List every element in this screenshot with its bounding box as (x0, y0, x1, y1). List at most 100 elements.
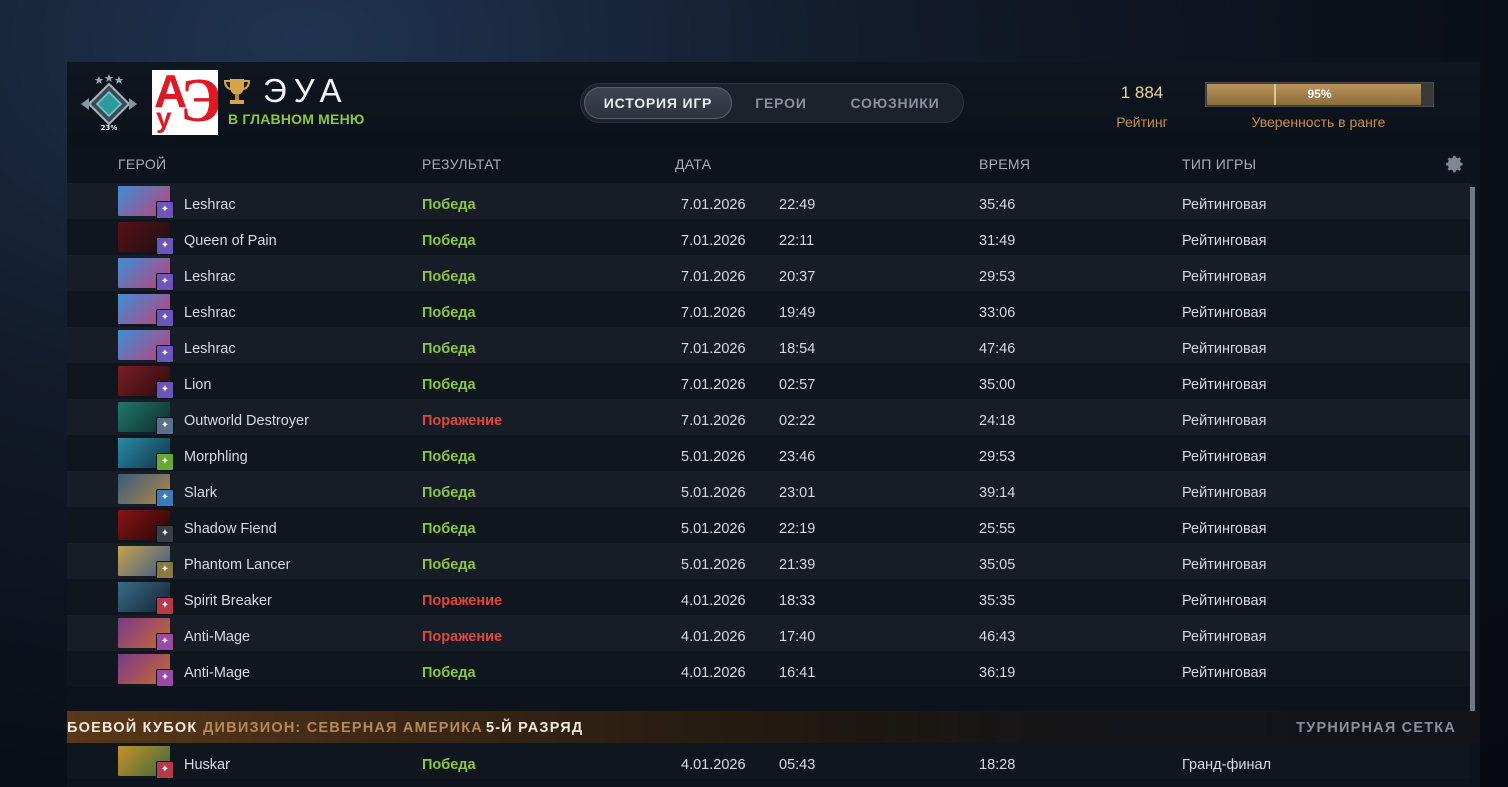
match-time: 22:11 (779, 233, 815, 249)
scrollbar-thumb[interactable] (1470, 187, 1475, 733)
match-date: 4.01.2026 (681, 593, 746, 609)
match-result: Поражение (422, 413, 503, 429)
hero-name: Outworld Destroyer (184, 413, 309, 429)
tab-heroes[interactable]: ГЕРОИ (736, 87, 826, 119)
event-title: БОЕВОЙ КУБОК (67, 720, 198, 736)
match-date: 4.01.2026 (681, 757, 746, 773)
match-result: Победа (422, 521, 476, 537)
game-type: Рейтинговая (1182, 377, 1267, 393)
match-date: 7.01.2026 (681, 341, 746, 357)
match-time: 20:37 (779, 269, 816, 285)
gear-icon[interactable] (1443, 153, 1465, 175)
event-division: ДИВИЗИОН: СЕВЕРНАЯ АМЕРИКА (203, 720, 483, 736)
match-result: Поражение (422, 593, 503, 609)
table-row[interactable]: ✦ Shadow Fiend Победа 5.01.2026 22:19 25:55 Ре… (67, 507, 1471, 543)
hero-role-icon: ✦ (156, 525, 174, 543)
table-row[interactable]: ✦ Leshrac Победа 7.01.2026 22:49 35:46 Рейтинг… (67, 183, 1471, 219)
match-duration: 39:14 (979, 485, 1016, 501)
bracket-link[interactable]: ТУРНИРНАЯ СЕТКА (1296, 711, 1456, 745)
table-row[interactable]: ✦ Morphling Победа 5.01.2026 23:46 29:53 Рейти… (67, 435, 1471, 471)
match-time: 23:01 (779, 485, 816, 501)
game-type: Рейтинговая (1182, 269, 1267, 285)
rank-medal-icon[interactable]: 23% (77, 70, 141, 134)
match-duration: 47:46 (979, 341, 1016, 357)
tab-allies[interactable]: СОЮЗНИКИ (830, 87, 960, 119)
hero-name: Queen of Pain (184, 233, 277, 249)
table-row[interactable]: ✦ Slark Победа 5.01.2026 23:01 39:14 Рейтингов… (67, 471, 1471, 507)
avatar-letter-e: Э (180, 70, 218, 135)
match-time: 21:39 (779, 557, 816, 573)
table-row[interactable]: ✦ Leshrac Победа 7.01.2026 18:54 47:46 Рейтинг… (67, 327, 1471, 363)
game-type: Рейтинговая (1182, 341, 1267, 357)
match-result: Победа (422, 665, 476, 681)
hero-role-icon: ✦ (156, 345, 174, 363)
match-duration: 46:43 (979, 629, 1016, 645)
match-duration: 36:19 (979, 665, 1016, 681)
table-row[interactable]: ✦ Phantom Lancer Победа 5.01.2026 21:39 35:05… (67, 543, 1471, 579)
hero-name: Anti-Mage (184, 665, 251, 681)
hero-name: Leshrac (184, 341, 236, 357)
game-type: Рейтинговая (1182, 593, 1267, 609)
hero-name: Leshrac (184, 269, 236, 285)
hero-name: Spirit Breaker (184, 593, 272, 609)
table-row[interactable]: ✦ Leshrac Победа 7.01.2026 19:49 33:06 Рейтинг… (67, 291, 1471, 327)
match-result: Победа (422, 557, 476, 573)
hero-name: Phantom Lancer (184, 557, 291, 573)
table-row[interactable]: ✦ Queen of Pain Победа 7.01.2026 22:11 31:49 Р… (67, 219, 1471, 255)
column-header-game-type[interactable]: ТИП ИГРЫ (1182, 156, 1256, 172)
table-row[interactable]: ✦ Huskar Победа 4.01.2026 05:43 18:28 Гранд-фи… (67, 743, 1471, 779)
table-row[interactable]: ✦ Outworld Destroyer Поражение 7.01.2026 02:… (67, 399, 1471, 435)
match-result: Победа (422, 341, 476, 357)
match-time: 22:19 (779, 521, 816, 537)
match-duration: 35:00 (979, 377, 1016, 393)
rank-confidence-label: Уверенность в ранге (1251, 114, 1386, 130)
match-duration: 31:49 (979, 233, 1016, 249)
match-result: Победа (422, 305, 476, 321)
match-date: 7.01.2026 (681, 305, 746, 321)
match-history-panel: 23% А у Э ЭУА В ГЛАВНОМ МЕНЮ ИСТОРИЯ ИГР… (67, 62, 1480, 787)
column-header-duration[interactable]: ВРЕМЯ (979, 156, 1030, 172)
table-row[interactable]: ✦ Leshrac Победа 7.01.2026 20:37 29:53 Рейтинг… (67, 255, 1471, 291)
column-header-date[interactable]: ДАТА (675, 156, 711, 172)
column-header-result[interactable]: РЕЗУЛЬТАТ (422, 156, 502, 172)
match-duration: 29:53 (979, 269, 1016, 285)
hero-role-icon: ✦ (156, 381, 174, 399)
hero-role-icon: ✦ (156, 489, 174, 507)
match-result: Победа (422, 757, 476, 773)
table-row[interactable]: ✦ Spirit Breaker Поражение 4.01.2026 18:33 35… (67, 579, 1471, 615)
column-header-hero[interactable]: ГЕРОЙ (118, 156, 166, 172)
hero-name: Slark (184, 485, 218, 501)
tab-match-history[interactable]: ИСТОРИЯ ИГР (584, 87, 732, 119)
match-date: 7.01.2026 (681, 377, 746, 393)
match-date: 5.01.2026 (681, 557, 746, 573)
match-duration: 29:53 (979, 449, 1016, 465)
game-type: Рейтинговая (1182, 629, 1267, 645)
hero-role-icon: ✦ (156, 453, 174, 471)
match-time: 17:40 (779, 629, 816, 645)
match-date: 5.01.2026 (681, 521, 746, 537)
game-type: Рейтинговая (1182, 665, 1267, 681)
match-result: Победа (422, 269, 476, 285)
hero-role-icon: ✦ (156, 201, 174, 219)
rank-percent-label: 23% (101, 124, 118, 132)
event-match-list: ✦ Huskar Победа 4.01.2026 05:43 18:28 Гранд-фи… (67, 743, 1471, 779)
hero-role-icon: ✦ (156, 669, 174, 687)
rating-value: 1 884 (1120, 83, 1164, 102)
match-duration: 35:46 (979, 197, 1016, 213)
rating-label: Рейтинг (1116, 114, 1168, 130)
game-type: Рейтинговая (1182, 557, 1267, 573)
player-name[interactable]: ЭУА (263, 72, 349, 110)
match-duration: 33:06 (979, 305, 1016, 321)
match-time: 05:43 (779, 757, 816, 773)
avatar[interactable]: А у Э (152, 70, 218, 135)
table-row[interactable]: ✦ Lion Победа 7.01.2026 02:57 35:00 Рейтингова… (67, 363, 1471, 399)
match-duration: 35:35 (979, 593, 1016, 609)
match-result: Победа (422, 377, 476, 393)
match-time: 19:49 (779, 305, 816, 321)
hero-role-icon: ✦ (156, 417, 174, 435)
table-row[interactable]: ✦ Anti-Mage Поражение 4.01.2026 17:40 46:43 Ре… (67, 615, 1471, 651)
hero-role-icon: ✦ (156, 561, 174, 579)
game-type: Рейтинговая (1182, 449, 1267, 465)
table-row[interactable]: ✦ Anti-Mage Победа 4.01.2026 16:41 36:19 Рейти… (67, 651, 1471, 687)
player-status: В ГЛАВНОМ МЕНЮ (228, 111, 365, 127)
